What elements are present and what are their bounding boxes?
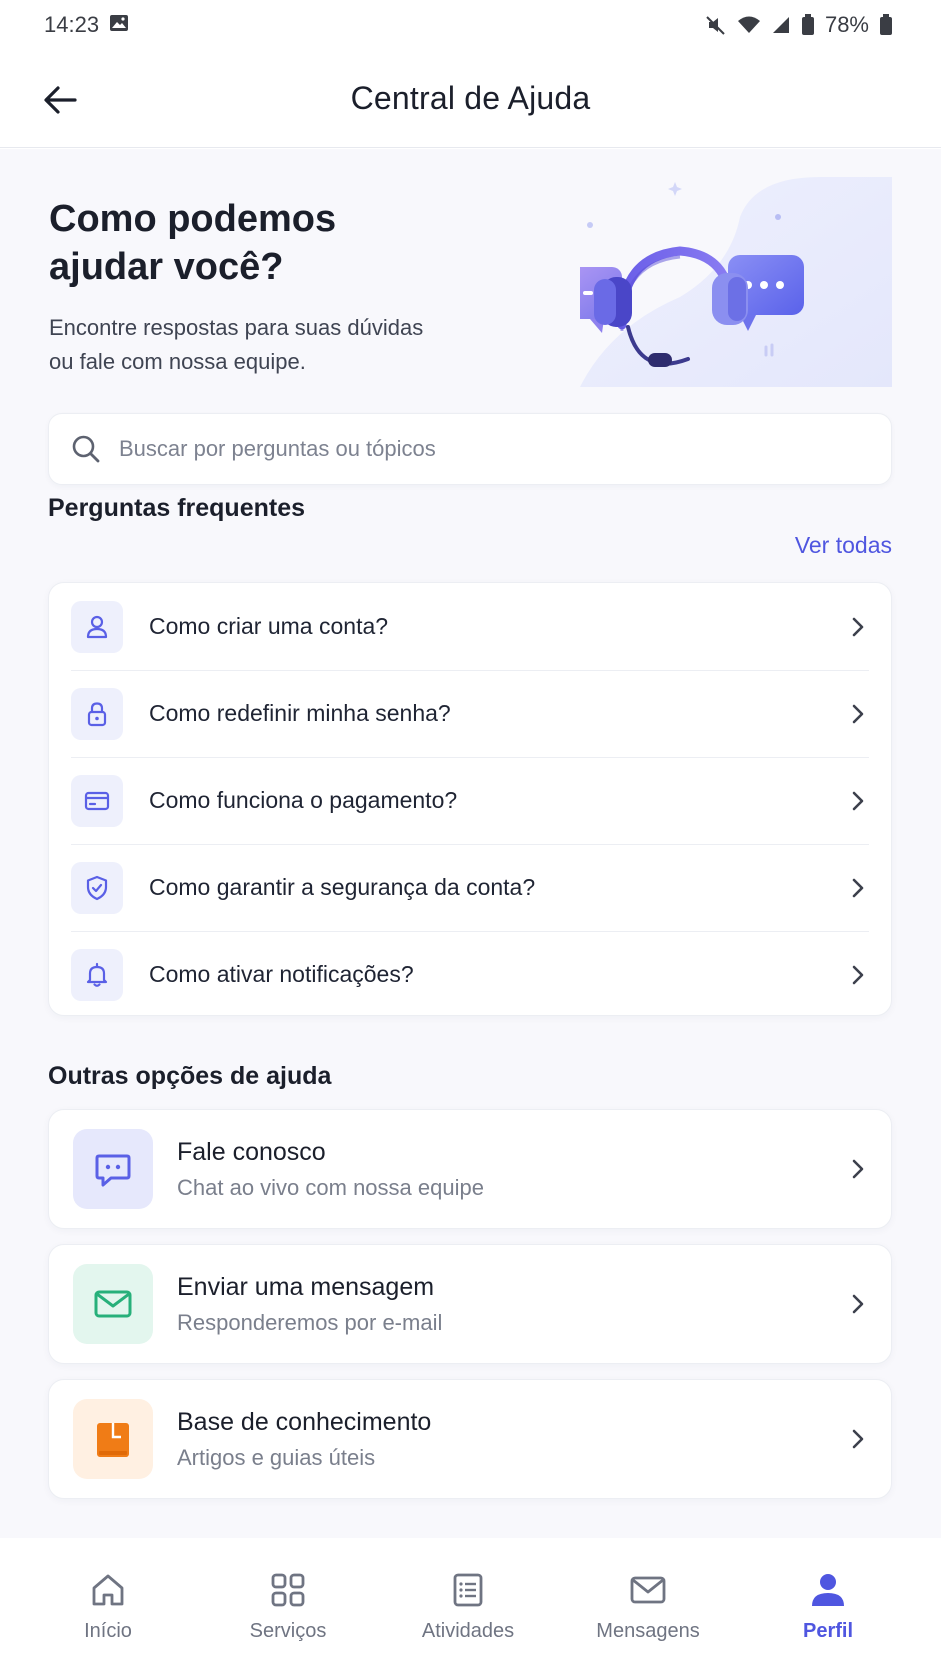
faq-item-payment[interactable]: Como funciona o pagamento? [49,757,891,844]
help-center-screen: 14:23 78% Central de Ajuda Como podemos … [0,0,941,1672]
chat-icon [73,1129,153,1209]
status-time: 14:23 [44,12,100,37]
send-message-card[interactable]: Enviar uma mensagem Responderemos por e-… [48,1244,892,1364]
hero-subtitle-line-1: Encontre respostas para suas dúvidas [49,315,424,340]
faq-list: Como criar uma conta? Como redefinir min… [48,582,892,1016]
chevron-right-icon [852,1429,864,1449]
faq-item-label: Como criar uma conta? [149,613,389,639]
book-icon [73,1399,153,1479]
search-input[interactable] [119,436,839,462]
nav-item-inicio[interactable]: Início [18,1538,198,1672]
knowledge-base-title: Base de conhecimento [177,1407,432,1436]
contact-us-subtitle: Chat ao vivo com nossa equipe [177,1174,484,1200]
contact-us-card[interactable]: Fale conosco Chat ao vivo com nossa equi… [48,1109,892,1229]
hero-title-line-2: ajudar você? [49,246,284,288]
chevron-right-icon [852,617,864,636]
battery-percent: 78% [824,12,869,37]
hero-title: Como podemos ajudar você? [49,195,569,291]
knowledge-base-text: Base de conhecimento Artigos e guias úte… [177,1408,431,1471]
user-icon [71,600,123,653]
chevron-right-icon [852,791,864,810]
faq-item-label: Como garantir a segurança da conta? [149,874,536,900]
shield-icon [71,861,123,914]
faq-item-label: Como ativar notificações? [149,961,414,987]
status-bar-right: 78% [705,12,893,38]
faq-section-title: Perguntas frequentes [48,494,306,522]
nav-item-servicos[interactable]: Serviços [198,1538,378,1672]
hero-section: Como podemos ajudar você? Encontre respo… [49,195,569,379]
faq-item-label: Como redefinir minha senha? [149,700,451,726]
faq-item-notifications[interactable]: Como ativar notificações? [49,931,891,1015]
see-all-link[interactable]: Ver todas [795,532,892,559]
mail-icon [630,1576,666,1604]
app-bar: Central de Ajuda [0,50,941,148]
search-icon [72,435,100,463]
search-bar[interactable] [48,413,892,485]
send-message-subtitle: Responderemos por e-mail [177,1309,443,1335]
home-icon [92,1574,124,1606]
nav-label: Início [84,1620,132,1642]
nav-label: Mensagens [596,1620,700,1642]
signal-icon [771,15,791,35]
hero-subtitle: Encontre respostas para suas dúvidas ou … [49,311,569,379]
hero-subtitle-line-2: ou fale com nossa equipe. [49,349,306,374]
send-message-title: Enviar uma mensagem [177,1272,435,1301]
wifi-icon [737,15,761,35]
faq-item-reset-password[interactable]: Como redefinir minha senha? [49,670,891,757]
main-content[interactable]: Como podemos ajudar você? Encontre respo… [0,149,941,1538]
mute-icon [705,14,727,36]
contact-us-title: Fale conosco [177,1137,326,1166]
chevron-right-icon [852,704,864,723]
bell-icon [71,948,123,1001]
list-icon [453,1573,483,1607]
contact-us-text: Fale conosco Chat ao vivo com nossa equi… [177,1138,484,1201]
profile-icon [812,1574,844,1606]
credit-card-icon [71,774,123,827]
headset-support-illustration [580,177,892,387]
faq-item-create-account[interactable]: Como criar uma conta? [49,583,891,670]
bottom-navigation: Início Serviços Atividades Mensagens Per… [0,1538,941,1672]
nav-label: Perfil [802,1620,854,1642]
send-message-text: Enviar uma mensagem Responderemos por e-… [177,1273,442,1336]
status-bar-left: 14:23 [44,12,129,38]
nav-item-perfil[interactable]: Perfil [738,1538,918,1672]
lock-icon [71,687,123,740]
status-bar: 14:23 78% [0,0,941,50]
battery-saver-icon [801,14,815,36]
nav-item-mensagens[interactable]: Mensagens [558,1538,738,1672]
faq-item-label: Como funciona o pagamento? [149,787,458,813]
knowledge-base-subtitle: Artigos e guias úteis [177,1444,376,1470]
hero-title-line-1: Como podemos [49,198,337,240]
chevron-right-icon [852,1294,864,1314]
faq-item-account-security[interactable]: Como garantir a segurança da conta? [49,844,891,931]
chevron-right-icon [852,965,864,984]
chevron-right-icon [852,1159,864,1179]
nav-item-atividades[interactable]: Atividades [378,1538,558,1672]
battery-icon [879,14,893,36]
nav-label: Atividades [421,1620,515,1642]
nav-label: Serviços [249,1620,327,1642]
chevron-right-icon [852,878,864,897]
grid-icon [271,1573,305,1607]
knowledge-base-card[interactable]: Base de conhecimento Artigos e guias úte… [48,1379,892,1499]
mail-icon [73,1264,153,1344]
page-title: Central de Ajuda [350,80,591,116]
image-icon [109,12,129,38]
back-button[interactable] [36,76,84,124]
arrow-left-icon [44,86,77,114]
other-help-section-title: Outras opções de ajuda [48,1062,332,1090]
